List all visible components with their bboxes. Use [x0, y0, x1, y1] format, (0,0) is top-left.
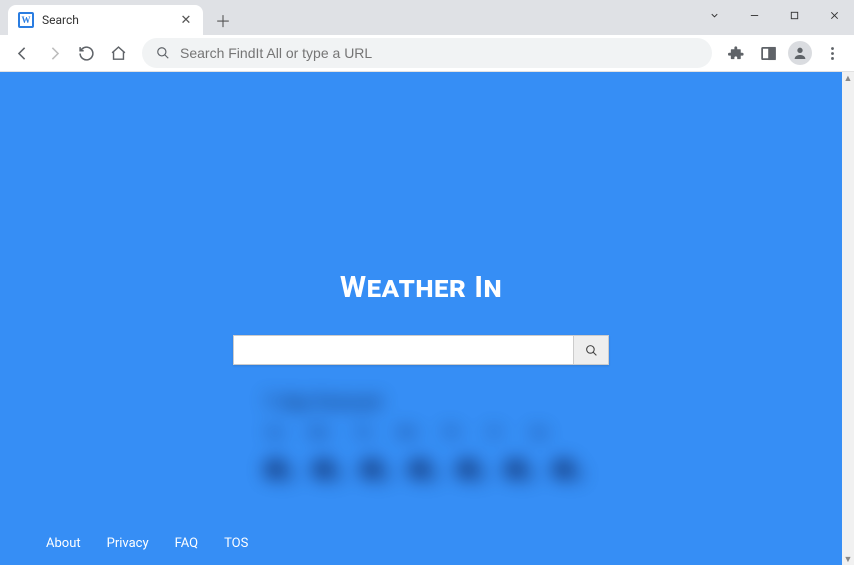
- profile-avatar[interactable]: [788, 41, 812, 65]
- back-button[interactable]: [8, 39, 36, 67]
- tab-favicon-icon: W: [18, 12, 34, 28]
- forecast-cloud-icon: [504, 459, 530, 481]
- minimize-icon[interactable]: [734, 0, 774, 30]
- footer-link-about[interactable]: About: [46, 536, 81, 551]
- home-button[interactable]: [104, 39, 132, 67]
- forecast-day: Mo: [308, 425, 330, 441]
- tab-close-icon[interactable]: ✕: [179, 13, 193, 27]
- browser-tab[interactable]: W Search ✕: [8, 5, 203, 35]
- forecast-title: 7-day forecast: [264, 392, 584, 413]
- forecast-day: Sa: [528, 425, 550, 441]
- caret-down-icon[interactable]: [694, 0, 734, 30]
- footer-link-privacy[interactable]: Privacy: [107, 536, 149, 551]
- browser-toolbar: [0, 35, 854, 72]
- forecast-day: Tu: [352, 425, 374, 441]
- forecast-cloud-icon: [456, 459, 482, 481]
- forecast-day: Su: [264, 425, 286, 441]
- window-controls: [694, 0, 854, 30]
- side-panel-icon[interactable]: [754, 39, 782, 67]
- search-icon: [585, 344, 598, 357]
- window-tab-strip: W Search ✕ ＋: [0, 0, 854, 35]
- address-bar[interactable]: [142, 38, 712, 68]
- footer-link-tos[interactable]: TOS: [224, 536, 248, 551]
- forecast-cloud-icon: [264, 459, 290, 481]
- forecast-day: We: [396, 425, 418, 441]
- footer-links: About Privacy FAQ TOS: [0, 524, 842, 563]
- page-title: Weather In: [0, 270, 842, 305]
- forecast-widget-blurred: 7-day forecast Su Mo Tu We Th Fr Sa: [264, 392, 584, 522]
- weather-search-form: [233, 335, 609, 365]
- forecast-cloud-icon: [312, 459, 338, 481]
- tab-title: Search: [42, 13, 171, 27]
- forward-button[interactable]: [40, 39, 68, 67]
- weather-search-button[interactable]: [573, 335, 609, 365]
- extensions-icon[interactable]: [722, 39, 750, 67]
- forecast-cloud-icon: [552, 459, 578, 481]
- search-icon: [156, 46, 170, 60]
- close-window-icon[interactable]: [814, 0, 854, 30]
- new-tab-button[interactable]: ＋: [209, 6, 237, 34]
- reload-button[interactable]: [72, 39, 100, 67]
- person-icon: [792, 45, 808, 61]
- page-content: Weather In 7-day forecast Su Mo Tu We Th…: [0, 72, 842, 565]
- maximize-icon[interactable]: [774, 0, 814, 30]
- forecast-day: Th: [440, 425, 462, 441]
- vertical-scrollbar[interactable]: ▲ ▼: [842, 72, 854, 565]
- scroll-down-icon[interactable]: ▼: [842, 553, 854, 565]
- footer-link-faq[interactable]: FAQ: [175, 536, 198, 551]
- forecast-cloud-icon: [360, 459, 386, 481]
- forecast-cloud-icon: [408, 459, 434, 481]
- menu-icon[interactable]: [818, 39, 846, 67]
- forecast-day: Fr: [484, 425, 506, 441]
- address-input[interactable]: [180, 45, 698, 61]
- weather-search-input[interactable]: [233, 335, 573, 365]
- scroll-up-icon[interactable]: ▲: [842, 72, 854, 84]
